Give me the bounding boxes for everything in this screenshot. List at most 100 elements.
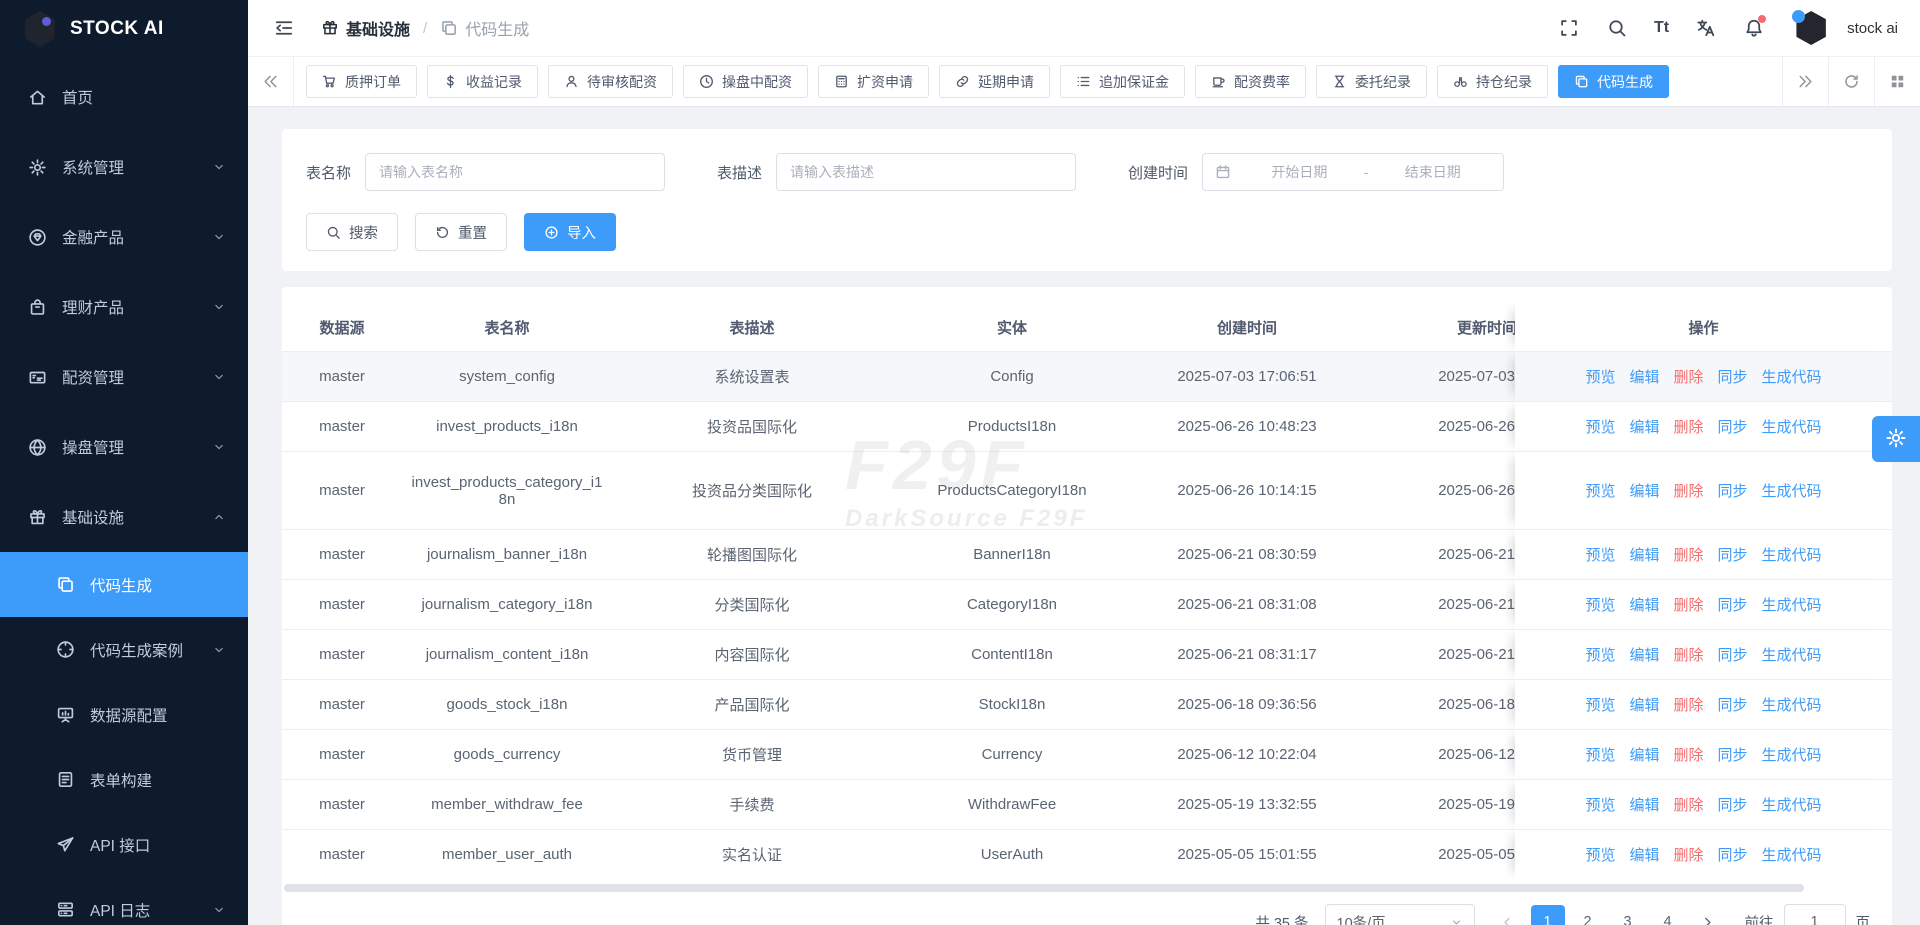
font-size-icon[interactable]: Tt — [1654, 17, 1669, 39]
table-name-input[interactable] — [365, 153, 665, 191]
horizontal-scrollbar[interactable] — [284, 884, 1804, 892]
generate-code-link[interactable]: 生成代码 — [1762, 366, 1822, 387]
sync-link[interactable]: 同步 — [1718, 416, 1748, 437]
sidebar-item-gear[interactable]: 系统管理 — [0, 132, 248, 202]
date-range-picker[interactable]: 开始日期 - 结束日期 — [1202, 153, 1504, 191]
import-button[interactable]: 导入 — [524, 213, 616, 251]
delete-link[interactable]: 删除 — [1673, 594, 1703, 615]
tab-binoculars[interactable]: 持仓纪录 — [1437, 65, 1548, 98]
delete-link[interactable]: 删除 — [1673, 480, 1703, 501]
menu-fold-icon[interactable] — [273, 17, 295, 39]
edit-link[interactable]: 编辑 — [1629, 794, 1659, 815]
delete-link[interactable]: 删除 — [1673, 416, 1703, 437]
generate-code-link[interactable]: 生成代码 — [1762, 644, 1822, 665]
delete-link[interactable]: 删除 — [1673, 544, 1703, 565]
delete-link[interactable]: 删除 — [1673, 644, 1703, 665]
preview-link[interactable]: 预览 — [1585, 744, 1615, 765]
tabs-refresh-icon[interactable] — [1828, 57, 1874, 106]
tab-copy[interactable]: 代码生成 — [1558, 65, 1669, 98]
edit-link[interactable]: 编辑 — [1629, 366, 1659, 387]
sidebar-item-compass[interactable]: 代码生成案例 — [0, 617, 248, 682]
tab-calculator[interactable]: 扩资申请 — [818, 65, 929, 98]
tab-hourglass[interactable]: 委托纪录 — [1316, 65, 1427, 98]
sidebar-item-copy[interactable]: 代码生成 — [0, 552, 248, 617]
preview-link[interactable]: 预览 — [1585, 544, 1615, 565]
preview-link[interactable]: 预览 — [1585, 794, 1615, 815]
notification-bell[interactable] — [1743, 17, 1765, 39]
page-button-3[interactable]: 3 — [1611, 905, 1645, 925]
page-size-select[interactable]: 10条/页 — [1325, 904, 1475, 925]
edit-link[interactable]: 编辑 — [1629, 416, 1659, 437]
preview-link[interactable]: 预览 — [1585, 366, 1615, 387]
edit-link[interactable]: 编辑 — [1629, 594, 1659, 615]
settings-float-button[interactable] — [1872, 416, 1920, 462]
edit-link[interactable]: 编辑 — [1629, 844, 1659, 865]
delete-link[interactable]: 删除 — [1673, 366, 1703, 387]
goto-page-input[interactable] — [1784, 904, 1846, 925]
generate-code-link[interactable]: 生成代码 — [1762, 744, 1822, 765]
preview-link[interactable]: 预览 — [1585, 694, 1615, 715]
edit-link[interactable]: 编辑 — [1629, 694, 1659, 715]
tab-link[interactable]: 延期申请 — [939, 65, 1050, 98]
tab-cart[interactable]: 质押订单 — [306, 65, 417, 98]
preview-link[interactable]: 预览 — [1585, 416, 1615, 437]
generate-code-link[interactable]: 生成代码 — [1762, 416, 1822, 437]
prev-page-button[interactable] — [1491, 905, 1525, 925]
tabs-scroll-right-icon[interactable] — [1782, 57, 1828, 106]
sync-link[interactable]: 同步 — [1718, 594, 1748, 615]
sync-link[interactable]: 同步 — [1718, 744, 1748, 765]
sidebar-item-briefcase[interactable]: 理财产品 — [0, 272, 248, 342]
tab-clock[interactable]: 操盘中配资 — [683, 65, 808, 98]
sidebar-item-globe[interactable]: 操盘管理 — [0, 412, 248, 482]
sidebar-item-card[interactable]: 配资管理 — [0, 342, 248, 412]
sync-link[interactable]: 同步 — [1718, 694, 1748, 715]
sidebar-item-gem[interactable]: 金融产品 — [0, 202, 248, 272]
sync-link[interactable]: 同步 — [1718, 480, 1748, 501]
delete-link[interactable]: 删除 — [1673, 794, 1703, 815]
tab-mug[interactable]: 配资费率 — [1195, 65, 1306, 98]
generate-code-link[interactable]: 生成代码 — [1762, 480, 1822, 501]
tab-user[interactable]: 待审核配资 — [548, 65, 673, 98]
generate-code-link[interactable]: 生成代码 — [1762, 544, 1822, 565]
table-desc-input[interactable] — [776, 153, 1076, 191]
sidebar-item-form[interactable]: 表单构建 — [0, 747, 248, 812]
next-page-button[interactable] — [1691, 905, 1725, 925]
fullscreen-icon[interactable] — [1558, 17, 1580, 39]
page-button-4[interactable]: 4 — [1651, 905, 1685, 925]
tab-dollar[interactable]: 收益记录 — [427, 65, 538, 98]
sidebar-item-gift[interactable]: 基础设施 — [0, 482, 248, 552]
sidebar-item-server[interactable]: API 日志 — [0, 877, 248, 925]
sidebar-item-home[interactable]: 首页 — [0, 62, 248, 132]
edit-link[interactable]: 编辑 — [1629, 744, 1659, 765]
sync-link[interactable]: 同步 — [1718, 844, 1748, 865]
sidebar-item-plane[interactable]: API 接口 — [0, 812, 248, 877]
reset-button[interactable]: 重置 — [415, 213, 507, 251]
sidebar-item-board[interactable]: 数据源配置 — [0, 682, 248, 747]
edit-link[interactable]: 编辑 — [1629, 544, 1659, 565]
delete-link[interactable]: 删除 — [1673, 844, 1703, 865]
search-button[interactable]: 搜索 — [306, 213, 398, 251]
generate-code-link[interactable]: 生成代码 — [1762, 844, 1822, 865]
delete-link[interactable]: 删除 — [1673, 744, 1703, 765]
preview-link[interactable]: 预览 — [1585, 844, 1615, 865]
page-button-2[interactable]: 2 — [1571, 905, 1605, 925]
avatar[interactable] — [1791, 8, 1831, 48]
search-icon[interactable] — [1606, 17, 1628, 39]
table-scroll-area[interactable]: 数据源表名称表描述实体创建时间更新时间操作mastersystem_config… — [282, 303, 1892, 879]
tab-list[interactable]: 追加保证金 — [1060, 65, 1185, 98]
sync-link[interactable]: 同步 — [1718, 644, 1748, 665]
generate-code-link[interactable]: 生成代码 — [1762, 694, 1822, 715]
delete-link[interactable]: 删除 — [1673, 694, 1703, 715]
page-button-1[interactable]: 1 — [1531, 905, 1565, 925]
sync-link[interactable]: 同步 — [1718, 544, 1748, 565]
generate-code-link[interactable]: 生成代码 — [1762, 794, 1822, 815]
tabs-layout-grid-icon[interactable] — [1874, 57, 1920, 106]
preview-link[interactable]: 预览 — [1585, 594, 1615, 615]
generate-code-link[interactable]: 生成代码 — [1762, 594, 1822, 615]
sync-link[interactable]: 同步 — [1718, 366, 1748, 387]
tabs-scroll-left-icon[interactable] — [248, 57, 294, 106]
edit-link[interactable]: 编辑 — [1629, 644, 1659, 665]
sync-link[interactable]: 同步 — [1718, 794, 1748, 815]
preview-link[interactable]: 预览 — [1585, 480, 1615, 501]
preview-link[interactable]: 预览 — [1585, 644, 1615, 665]
